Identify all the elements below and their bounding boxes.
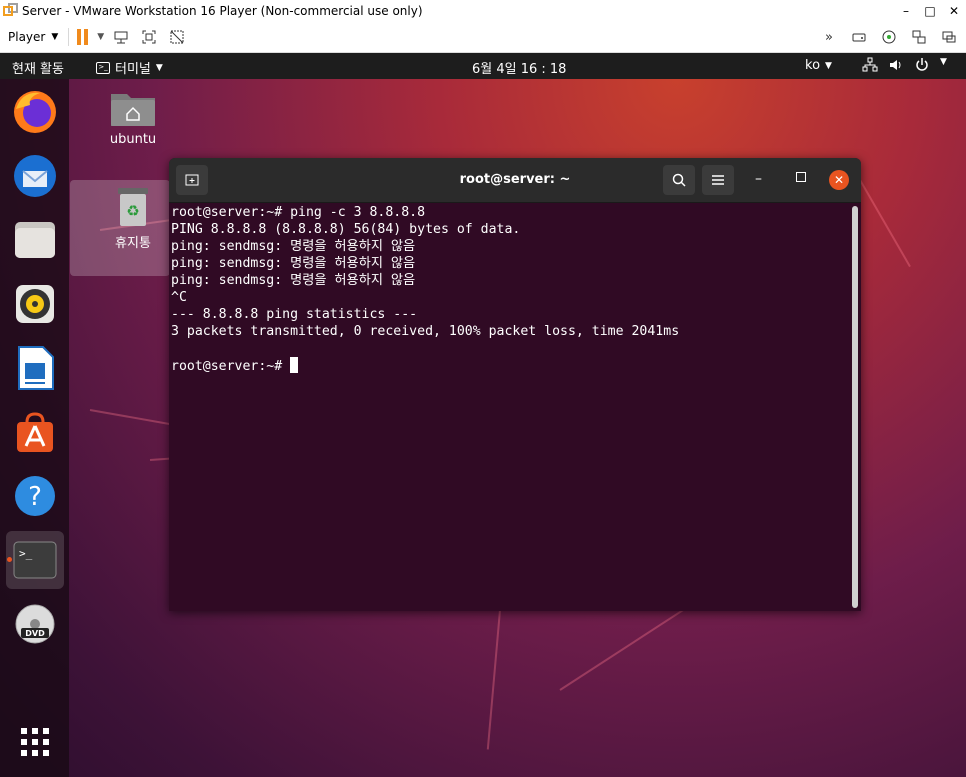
home-folder-icon — [111, 94, 155, 126]
player-menu[interactable]: Player ▼ — [8, 30, 58, 44]
terminal-line: ^C — [171, 290, 187, 305]
terminal-line: --- 8.8.8.8 ping statistics --- — [171, 307, 418, 322]
power-icon — [914, 57, 930, 77]
more-devices-icon[interactable]: » — [818, 26, 840, 48]
terminal-line: ping: sendmsg: 명령을 허용하지 않음 — [171, 273, 416, 288]
pause-dropdown-icon[interactable]: ▼ — [97, 32, 104, 42]
prompt-text: root@server:~# — [171, 359, 291, 374]
vmware-titlebar: Server - VMware Workstation 16 Player (N… — [0, 0, 966, 22]
files-icon — [15, 222, 55, 258]
chevron-down-icon: ▼ — [825, 60, 832, 71]
vmware-logo-icon — [3, 3, 19, 19]
player-menu-label: Player — [8, 30, 46, 44]
running-indicator — [7, 557, 12, 562]
dock-thunderbird[interactable] — [6, 147, 64, 205]
dock-libreoffice-writer[interactable] — [6, 339, 64, 397]
show-applications-button[interactable] — [6, 713, 64, 771]
toolbar-divider — [68, 28, 70, 46]
dock-rhythmbox[interactable] — [6, 275, 64, 333]
desktop-home-folder[interactable]: ubuntu — [95, 88, 171, 147]
display-icon[interactable] — [938, 26, 960, 48]
dock-files[interactable] — [6, 211, 64, 269]
help-icon: ? — [15, 476, 55, 516]
dock-help[interactable]: ? — [6, 467, 64, 525]
app-menu-label: 터미널 — [115, 62, 151, 77]
search-button[interactable] — [663, 165, 695, 195]
svg-text:?: ? — [28, 482, 42, 512]
terminal-window[interactable]: root@server: ~ – ✕ root@server:~# ping -… — [169, 158, 861, 611]
clock[interactable]: 6월 4일 16 : 18 — [472, 58, 566, 77]
window-title: Server - VMware Workstation 16 Player (N… — [22, 4, 423, 18]
system-tray[interactable]: ▼ — [862, 57, 947, 77]
ubuntu-top-bar: 현재 활동 >_ 터미널 ▼ 6월 4일 16 : 18 ko ▼ ▼ — [0, 53, 966, 79]
device-tray: » — [812, 26, 960, 48]
maximize-button[interactable]: □ — [918, 4, 942, 18]
terminal-output[interactable]: root@server:~# ping -c 3 8.8.8.8 PING 8.… — [171, 204, 849, 604]
hard-disk-icon[interactable] — [848, 26, 870, 48]
wallpaper-line — [859, 179, 911, 268]
network-icon — [862, 57, 878, 77]
software-store-icon — [17, 412, 53, 452]
cd-drive-icon[interactable] — [878, 26, 900, 48]
terminal-scrollbar[interactable] — [852, 206, 858, 608]
fullscreen-icon[interactable] — [138, 26, 160, 48]
input-language-label: ko — [805, 58, 821, 73]
send-ctrl-alt-del-icon[interactable] — [110, 26, 132, 48]
wallpaper-line — [89, 409, 179, 427]
ubuntu-dock: ? >_ DVD — [0, 79, 69, 777]
chevron-down-icon: ▼ — [155, 62, 163, 73]
thunderbird-icon — [14, 155, 56, 197]
terminal-headerbar[interactable]: root@server: ~ – ✕ — [169, 158, 861, 203]
minimize-button[interactable]: – — [894, 4, 918, 18]
activities-button[interactable]: 현재 활동 — [12, 58, 64, 77]
input-language-menu[interactable]: ko ▼ — [805, 58, 832, 73]
hamburger-menu-button[interactable] — [702, 165, 734, 195]
close-icon[interactable]: ✕ — [829, 170, 849, 190]
network-adapter-icon[interactable] — [908, 26, 930, 48]
desktop-trash[interactable]: ♻ 휴지통 — [95, 186, 171, 251]
terminal-line: ping: sendmsg: 명령을 허용하지 않음 — [171, 256, 416, 271]
terminal-prompt-line[interactable]: root@server:~# — [171, 357, 849, 374]
terminal-line: ping: sendmsg: 명령을 허용하지 않음 — [171, 239, 416, 254]
home-folder-label: ubuntu — [109, 132, 157, 147]
close-button[interactable]: ✕ — [942, 4, 966, 18]
terminal-line: PING 8.8.8.8 (8.8.8.8) 56(84) bytes of d… — [171, 222, 521, 237]
svg-text:>_: >_ — [19, 547, 33, 560]
maximize-icon[interactable] — [796, 172, 806, 182]
pause-button[interactable] — [77, 29, 91, 45]
dock-firefox[interactable] — [6, 83, 64, 141]
dvd-icon: DVD — [15, 604, 55, 644]
minimize-icon[interactable]: – — [755, 171, 762, 187]
svg-text:DVD: DVD — [25, 629, 45, 638]
app-menu-terminal[interactable]: >_ 터미널 ▼ — [96, 58, 163, 77]
unity-mode-icon[interactable] — [166, 26, 188, 48]
writer-icon — [18, 346, 54, 390]
vmware-toolbar: Player ▼ ▼ » — [0, 22, 966, 53]
dock-ubuntu-software[interactable] — [6, 403, 64, 461]
trash-icon: ♻ — [118, 188, 148, 226]
firefox-icon — [14, 91, 56, 133]
hamburger-icon — [712, 175, 724, 185]
terminal-small-icon: >_ — [96, 61, 110, 74]
rhythmbox-icon — [16, 285, 54, 323]
trash-label: 휴지통 — [115, 236, 151, 251]
search-icon — [672, 173, 686, 187]
chevron-down-icon: ▼ — [51, 32, 59, 42]
text-cursor — [290, 357, 299, 373]
terminal-line: 3 packets transmitted, 0 received, 100% … — [171, 324, 680, 339]
wallpaper-line — [486, 609, 501, 750]
terminal-line: root@server:~# ping -c 3 8.8.8.8 — [171, 205, 426, 220]
chevron-down-icon: ▼ — [940, 57, 947, 67]
dock-dvd[interactable]: DVD — [6, 595, 64, 653]
app-grid-icon — [21, 728, 49, 756]
dock-terminal[interactable]: >_ — [6, 531, 64, 589]
svg-text:♻: ♻ — [126, 202, 139, 220]
terminal-icon: >_ — [13, 541, 57, 579]
volume-icon — [888, 57, 904, 77]
